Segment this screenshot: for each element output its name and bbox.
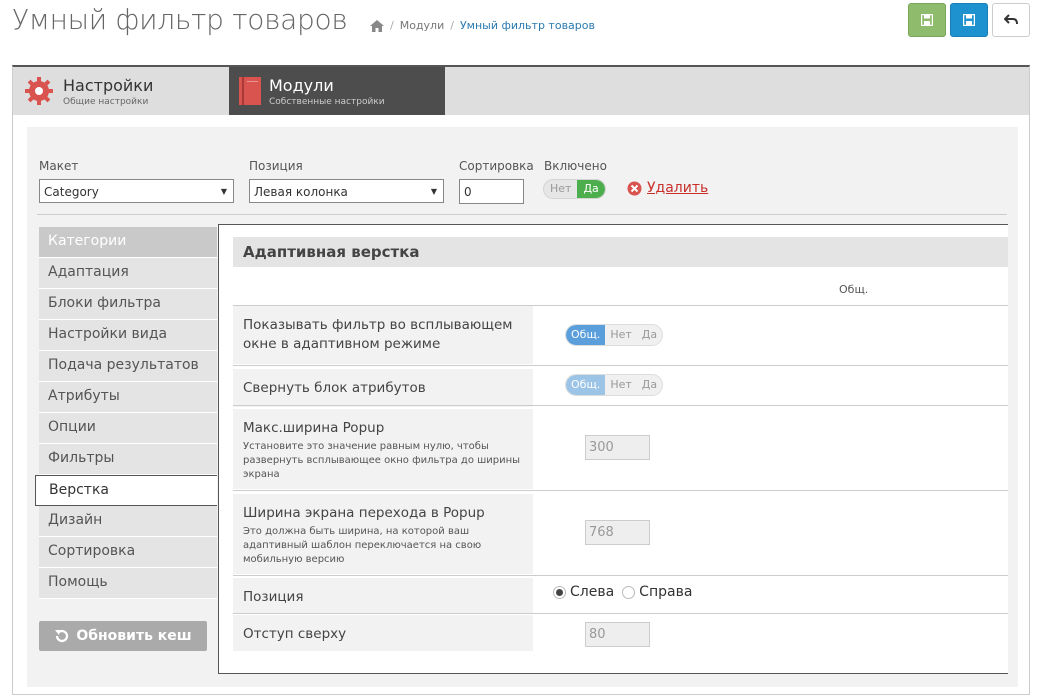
radio-left-label[interactable]: Слева: [570, 584, 614, 600]
refresh-cache-label: Обновить кеш: [76, 628, 192, 644]
opt-yes[interactable]: Да: [637, 375, 662, 395]
chevron-down-icon: ▼: [220, 187, 227, 196]
sidebar-item-results[interactable]: Подача результатов: [39, 351, 217, 382]
tab-settings-title: Настройки: [63, 75, 154, 95]
radio-left[interactable]: [553, 585, 566, 599]
opt-no[interactable]: Нет: [605, 325, 636, 345]
save-stay-button[interactable]: [908, 3, 946, 37]
popup-max-width-input[interactable]: 300: [585, 435, 650, 460]
position-value: Левая колонка: [254, 185, 348, 199]
page-title: Умный фильтр товаров: [12, 3, 348, 36]
row-popup-adaptive: Показывать фильтр во всплывающем окне в …: [233, 305, 1008, 365]
sidebar: Категории Адаптация Блоки фильтра Настро…: [35, 227, 217, 651]
row-help: Это должна быть ширина, на которой ваш а…: [243, 526, 482, 565]
enabled-label: Включено: [544, 159, 607, 173]
collapse-attributes-toggle[interactable]: Общ. Нет Да: [565, 374, 664, 396]
header-actions: [908, 3, 1030, 37]
position-radio-group: Слева Справа: [553, 584, 692, 600]
row-label-block: Ширина экрана перехода в Popup Это должн…: [233, 494, 533, 574]
row-label-block: Макс.ширина Popup Установите это значени…: [233, 409, 533, 489]
row-help: Установите это значение равным нулю, что…: [243, 441, 521, 480]
column-header: Общ.: [839, 283, 869, 296]
tab-modules-subtitle: Собственные настройки: [269, 96, 385, 107]
layout-value: Category: [44, 185, 99, 199]
row-label: Показывать фильтр во всплывающем окне в …: [233, 306, 533, 364]
settings-panel: Настройки Общие настройки Модули Собстве…: [12, 65, 1030, 695]
popup-adaptive-toggle[interactable]: Общ. Нет Да: [565, 324, 664, 346]
home-icon[interactable]: [370, 19, 384, 32]
top-offset-input[interactable]: 80: [585, 622, 650, 647]
refresh-icon: [55, 629, 69, 643]
gear-icon: [25, 77, 53, 105]
radio-right-label[interactable]: Справа: [639, 584, 692, 600]
opt-common[interactable]: Общ.: [566, 375, 606, 395]
opt-no[interactable]: Нет: [605, 375, 636, 395]
save-icon: [921, 14, 933, 26]
sidebar-item-attributes[interactable]: Атрибуты: [39, 382, 217, 413]
row-popup-max-width: Макс.ширина Popup Установите это значени…: [233, 405, 1008, 490]
sidebar-item-design[interactable]: Дизайн: [39, 506, 217, 537]
enabled-off[interactable]: Нет: [544, 180, 577, 198]
sidebar-item-filter-blocks[interactable]: Блоки фильтра: [39, 289, 217, 320]
module-settings-area: Макет Category ▼ Позиция Левая колонка ▼…: [27, 127, 1018, 687]
breadcrumb: / Модули / Умный фильтр товаров: [370, 19, 595, 32]
delete-icon: [627, 181, 642, 195]
opt-yes[interactable]: Да: [637, 325, 662, 345]
enabled-toggle[interactable]: Нет Да: [543, 179, 606, 199]
popup-breakpoint-input[interactable]: 768: [585, 520, 650, 545]
refresh-cache-button[interactable]: Обновить кеш: [39, 621, 207, 651]
reply-icon: [1004, 14, 1018, 25]
position-select[interactable]: Левая колонка ▼: [249, 179, 444, 203]
position-label: Позиция: [249, 159, 303, 173]
row-label: Позиция: [233, 578, 533, 614]
chevron-down-icon: ▼: [430, 187, 437, 196]
sidebar-item-filters[interactable]: Фильтры: [39, 444, 217, 475]
book-icon: [239, 77, 261, 105]
save-icon: [963, 14, 975, 26]
row-label: Отступ сверху: [233, 615, 533, 651]
row-label: Свернуть блок атрибутов: [233, 369, 533, 407]
sidebar-item-sorting[interactable]: Сортировка: [39, 537, 217, 568]
row-position: Позиция Слева Справа: [233, 575, 1008, 614]
sort-label: Сортировка: [459, 159, 534, 173]
save-button[interactable]: [950, 3, 988, 37]
sort-input[interactable]: 0: [459, 179, 524, 204]
radio-right[interactable]: [622, 585, 636, 599]
breadcrumb-modules[interactable]: Модули: [400, 19, 445, 32]
tab-settings-subtitle: Общие настройки: [63, 96, 149, 107]
row-top-offset: Отступ сверху 80: [233, 613, 1008, 653]
row-label: Макс.ширина Popup: [243, 420, 385, 436]
opt-common[interactable]: Общ.: [566, 325, 606, 345]
breadcrumb-separator: /: [390, 19, 394, 32]
delete-link[interactable]: Удалить: [627, 180, 708, 196]
sidebar-item-layout[interactable]: Верстка: [35, 475, 217, 506]
enabled-on[interactable]: Да: [577, 180, 605, 198]
divider: [37, 214, 1007, 215]
row-collapse-attributes: Свернуть блок атрибутов Общ. Нет Да: [233, 365, 1008, 407]
sidebar-item-adaptation[interactable]: Адаптация: [39, 258, 217, 289]
sidebar-item-options[interactable]: Опции: [39, 413, 217, 444]
breadcrumb-separator: /: [450, 19, 454, 32]
sidebar-item-help[interactable]: Помощь: [39, 568, 217, 599]
content-panel: Адаптивная верстка Общ. Показывать фильт…: [218, 224, 1008, 674]
row-popup-breakpoint: Ширина экрана перехода в Popup Это должн…: [233, 490, 1008, 575]
layout-label: Макет: [39, 159, 79, 173]
breadcrumb-current[interactable]: Умный фильтр товаров: [460, 19, 595, 32]
row-label: Ширина экрана перехода в Popup: [243, 505, 485, 521]
tab-bar: Настройки Общие настройки Модули Собстве…: [13, 67, 1029, 115]
tab-settings[interactable]: Настройки Общие настройки: [13, 67, 229, 115]
delete-label: Удалить: [647, 180, 709, 196]
back-button[interactable]: [992, 3, 1030, 37]
section-title: Адаптивная верстка: [233, 237, 1008, 267]
sidebar-item-categories[interactable]: Категории: [39, 227, 217, 258]
sidebar-item-view-settings[interactable]: Настройки вида: [39, 320, 217, 351]
tab-modules[interactable]: Модули Собственные настройки: [229, 67, 445, 115]
tab-modules-title: Модули: [269, 75, 334, 95]
layout-select[interactable]: Category ▼: [39, 179, 234, 203]
